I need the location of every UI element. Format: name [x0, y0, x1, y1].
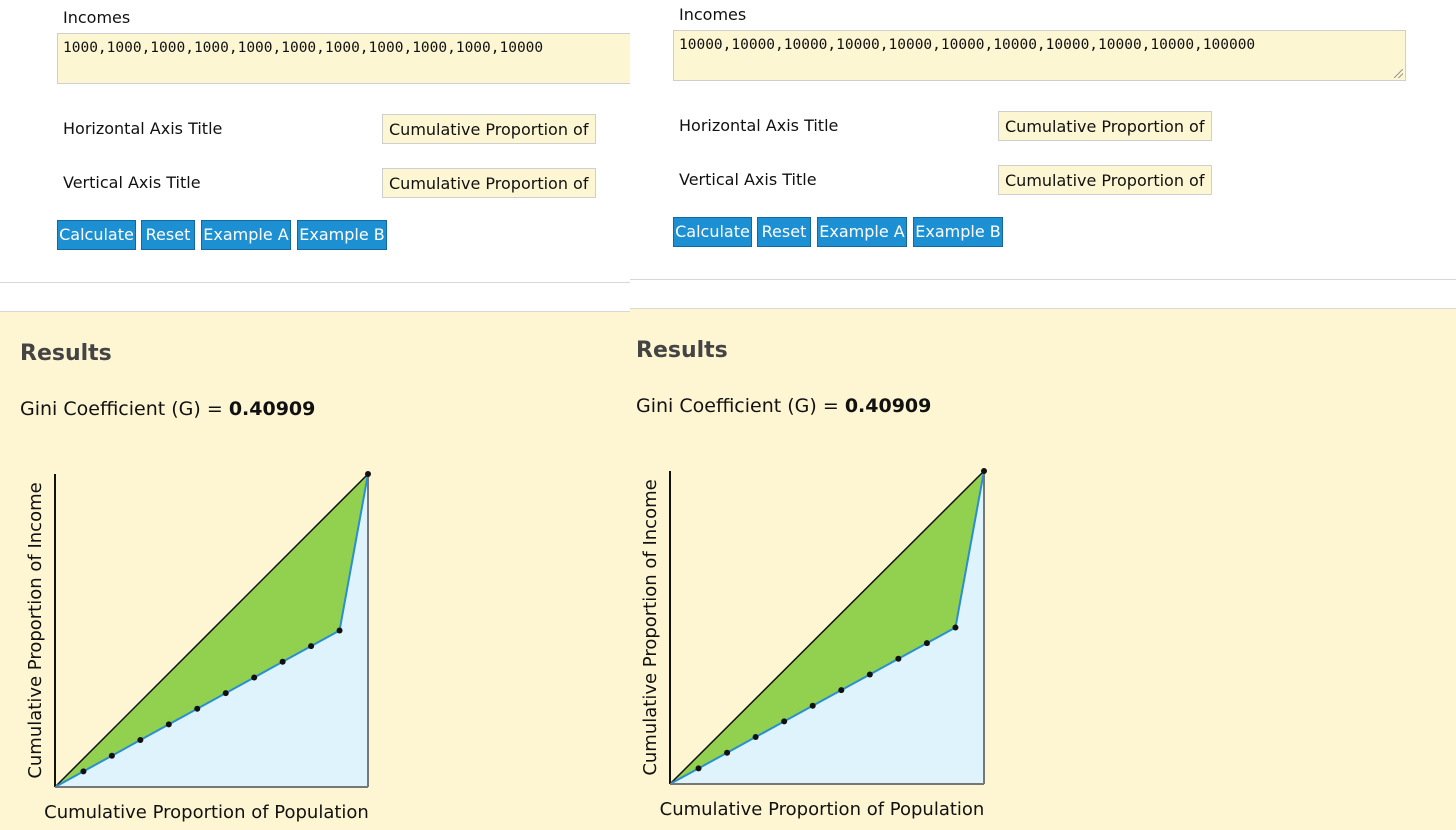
reset-button[interactable]: Reset [141, 220, 195, 250]
lorenz-chart: Cumulative Proportion of Income Cumulati… [25, 471, 371, 823]
horizontal-axis-title-label: Horizontal Axis Title [679, 116, 839, 135]
data-point [781, 718, 788, 725]
data-point [981, 468, 987, 474]
data-point [866, 671, 873, 678]
results-section: Results Gini Coefficient (G) = 0.40909 C… [0, 311, 630, 830]
gini-coefficient: Gini Coefficient (G) = 0.40909 [20, 398, 315, 420]
results-title: Results [20, 341, 112, 366]
data-point [251, 674, 258, 681]
data-point [752, 734, 759, 741]
example-b-button[interactable]: Example B [913, 217, 1003, 247]
reset-button[interactable]: Reset [757, 217, 811, 247]
example-a-button[interactable]: Example A [817, 217, 907, 247]
incomes-label: Incomes [679, 5, 747, 24]
divider [0, 282, 630, 283]
data-point [336, 627, 343, 634]
gini-value: 0.40909 [844, 395, 932, 417]
y-axis-title: Cumulative Proportion of Income [640, 479, 661, 775]
data-point [137, 737, 144, 744]
vertical-axis-title-input[interactable]: Cumulative Proportion of Income [382, 168, 596, 198]
example-a-button[interactable]: Example A [201, 220, 291, 250]
data-point [838, 687, 845, 694]
data-point [308, 643, 315, 650]
data-point [895, 655, 902, 662]
input-form: Incomes 1000,1000,1000,1000,1000,1000,10… [0, 0, 630, 312]
incomes-label: Incomes [63, 8, 131, 27]
x-axis-title: Cumulative Proportion of Population [44, 802, 369, 823]
data-point [80, 768, 87, 775]
y-axis-title: Cumulative Proportion of Income [25, 482, 46, 778]
data-point [923, 640, 930, 647]
results-section: Results Gini Coefficient (G) = 0.40909 C… [630, 308, 1456, 830]
horizontal-axis-title-label: Horizontal Axis Title [63, 119, 223, 138]
vertical-axis-title-input[interactable]: Cumulative Proportion of Income [998, 165, 1212, 195]
data-point [194, 705, 201, 712]
incomes-textarea[interactable]: 10000,10000,10000,10000,10000,10000,1000… [673, 30, 1406, 81]
calculate-button[interactable]: Calculate [57, 220, 136, 250]
left-calculator-panel: Incomes 1000,1000,1000,1000,1000,1000,10… [0, 0, 630, 830]
example-b-button[interactable]: Example B [297, 220, 387, 250]
data-point [809, 702, 816, 709]
right-calculator-panel: Incomes 10000,10000,10000,10000,10000,10… [630, 0, 1456, 830]
data-point [222, 690, 229, 697]
gini-label: Gini Coefficient (G) = [636, 395, 845, 417]
data-point [108, 752, 115, 759]
data-point [365, 471, 371, 477]
calculate-button[interactable]: Calculate [673, 217, 752, 247]
incomes-textarea[interactable]: 1000,1000,1000,1000,1000,1000,1000,1000,… [57, 33, 630, 84]
gini-value: 0.40909 [228, 398, 316, 420]
incomes-value: 10000,10000,10000,10000,10000,10000,1000… [679, 37, 1256, 53]
data-point [279, 658, 286, 665]
vertical-axis-title-label: Vertical Axis Title [63, 173, 201, 192]
gini-label: Gini Coefficient (G) = [20, 398, 229, 420]
data-point [695, 765, 702, 772]
lorenz-chart: Cumulative Proportion of Income Cumulati… [640, 468, 987, 820]
x-axis-title: Cumulative Proportion of Population [660, 799, 985, 820]
vertical-axis-title-label: Vertical Axis Title [679, 170, 817, 189]
input-form: Incomes 10000,10000,10000,10000,10000,10… [630, 0, 1456, 309]
resize-handle-icon[interactable] [1394, 69, 1403, 78]
data-point [165, 721, 172, 728]
results-title: Results [636, 338, 728, 363]
horizontal-axis-title-input[interactable]: Cumulative Proportion of Population [998, 111, 1212, 141]
horizontal-axis-title-input[interactable]: Cumulative Proportion of Population [382, 114, 596, 144]
gini-coefficient: Gini Coefficient (G) = 0.40909 [636, 395, 931, 417]
data-point [724, 749, 731, 756]
data-point [952, 624, 959, 631]
divider [630, 279, 1456, 280]
